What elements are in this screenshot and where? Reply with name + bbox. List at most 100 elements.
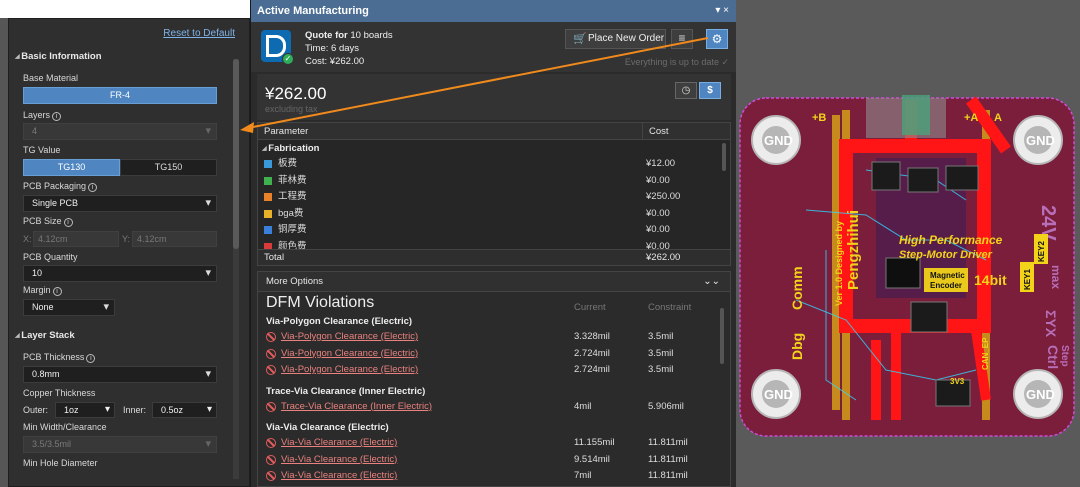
silk-max: max <box>1049 265 1063 289</box>
cost-row: bga费 ¥0.00 <box>258 206 718 222</box>
clock-icon[interactable]: ◷ <box>675 82 697 99</box>
color-swatch-icon <box>264 160 272 168</box>
cost-row-value: ¥250.00 <box>646 191 681 202</box>
cost-row-name: 工程费 <box>278 191 307 202</box>
cart-icon: 🛒 <box>573 33 587 45</box>
violation-row[interactable]: Trace-Via Clearance (Inner Electric) 4mil… <box>266 399 716 415</box>
dfm-violations-title: DFM Violations <box>266 294 375 311</box>
color-swatch-icon <box>264 193 272 201</box>
pcb-board-graphic: GND GND GND GND High Performance Step-Mo… <box>739 95 1075 437</box>
tg130-option[interactable]: TG130 <box>23 159 120 176</box>
pcb-size-label: PCB Size i <box>23 216 73 227</box>
silk-can: CAN_EP <box>981 337 990 370</box>
more-options-header[interactable]: More Options ⌄⌄ <box>258 272 730 292</box>
ban-icon <box>266 438 276 448</box>
silk-dbg: Dbg <box>789 333 805 360</box>
ban-icon <box>266 454 276 465</box>
violation-row[interactable]: Via-Polygon Clearance (Electric) 2.724mil… <box>266 346 716 362</box>
basic-information-header[interactable]: Basic Information <box>15 51 101 62</box>
violation-current: 2.724mil <box>574 347 610 359</box>
dollar-icon[interactable]: $ <box>699 82 721 99</box>
violation-constraint: 3.5mil <box>648 331 674 342</box>
pcb-packaging-label-text: PCB Packaging <box>23 181 87 191</box>
silk-magnetic-fg: Magnetic <box>930 271 965 280</box>
violation-current: 9.514mil <box>574 453 610 465</box>
base-material-button[interactable]: FR-4 <box>23 87 217 104</box>
color-swatch-icon <box>264 176 272 185</box>
cost-row-value: ¥0.00 <box>646 224 670 235</box>
outer-copper-select[interactable]: 1oz <box>55 402 115 418</box>
violation-link[interactable]: Via-Polygon Clearance (Electric) <box>281 362 418 378</box>
silk-plus-a: +A <box>964 112 978 124</box>
violation-constraint: 11.811mil <box>648 437 688 448</box>
violation-row[interactable]: Via-Polygon Clearance (Electric) 2.724mil… <box>266 362 716 378</box>
violation-constraint: 11.811mil <box>648 470 688 481</box>
silk-key2-fg: KEY2 <box>1037 241 1046 262</box>
pcb-3d-view[interactable]: GND GND GND GND High Performance Step-Mo… <box>736 0 1080 487</box>
pcb-packaging-select[interactable]: Single PCB <box>23 195 217 212</box>
status-text-label: Everything is up to date <box>624 57 719 67</box>
inner-copper-select[interactable]: 0.5oz <box>152 402 217 418</box>
silk-step: Step <box>1059 345 1070 367</box>
pcb-thickness-label: PCB Thickness i <box>23 352 96 363</box>
dfm-scrollbar[interactable] <box>720 308 724 364</box>
pcb-size-label-text: PCB Size <box>23 216 62 226</box>
violation-constraint: 5.906mil <box>648 400 684 412</box>
pcb-properties-panel: Reset to Default Basic Information Base … <box>8 18 250 487</box>
reset-to-default-link[interactable]: Reset to Default <box>163 28 235 39</box>
chevron-double-down-icon[interactable]: ⌄⌄ <box>703 272 720 292</box>
panel-window-controls[interactable]: ▾ × <box>715 5 729 16</box>
gear-icon[interactable]: ⚙ <box>706 29 728 49</box>
min-hole-label: Min Hole Diameter <box>23 458 98 468</box>
col-parameter[interactable]: Parameter <box>258 126 308 137</box>
violation-constraint: 11.811mil <box>648 453 688 465</box>
place-new-order-button[interactable]: 🛒 Place New Order <box>565 29 666 49</box>
table-scrollbar[interactable] <box>722 143 726 171</box>
silk-comm: Comm <box>789 266 805 310</box>
col-cost[interactable]: Cost <box>642 123 669 140</box>
violation-current: 7mil <box>574 470 592 481</box>
pcb-quantity-label: PCB Quantity <box>23 252 78 262</box>
violation-row[interactable]: Via-Via Clearance (Electric) 9.514mil 11.8… <box>266 452 716 468</box>
size-x-label: X: <box>23 234 32 244</box>
left-scrollbar-thumb[interactable] <box>233 59 239 249</box>
fabrication-section[interactable]: Fabrication <box>262 143 319 154</box>
layers-label: Layers i <box>23 110 62 121</box>
tg150-option[interactable]: TG150 <box>120 159 217 176</box>
layers-label-text: Layers <box>23 110 51 120</box>
violation-group-title: Via-Polygon Clearance (Electric) <box>266 316 413 327</box>
violation-link[interactable]: Via-Polygon Clearance (Electric) <box>281 329 418 345</box>
menu-icon[interactable]: ≡ <box>671 29 693 49</box>
violation-group-title: Trace-Via Clearance (Inner Electric) <box>266 385 426 397</box>
total-row: Total ¥262.00 <box>258 249 730 265</box>
cost-row-value: ¥0.00 <box>646 207 670 219</box>
size-y-input[interactable]: 4.12cm <box>132 231 217 247</box>
size-x-input[interactable]: 4.12cm <box>33 231 119 247</box>
min-width-label: Min Width/Clearance <box>23 422 107 432</box>
violation-link[interactable]: Via-Via Clearance (Electric) <box>281 435 397 451</box>
tg-value-label: TG Value <box>23 145 61 155</box>
pcb-thickness-select[interactable]: 0.8mm <box>23 366 217 383</box>
violation-constraint: 3.5mil <box>648 347 674 359</box>
ban-icon <box>266 401 276 412</box>
min-width-select[interactable]: 3.5/3.5mil <box>23 436 217 453</box>
left-scrollbar[interactable] <box>233 59 239 479</box>
violation-link[interactable]: Trace-Via Clearance (Inner Electric) <box>281 399 432 415</box>
violation-current: 4mil <box>574 400 592 412</box>
violation-row[interactable]: Via-Polygon Clearance (Electric) 3.328mil… <box>266 329 716 345</box>
quote-summary: ✓ Quote for 10 boards Time: 6 days Cost:… <box>251 22 737 72</box>
margin-select[interactable]: None <box>23 299 115 316</box>
violation-group-title: Via-Via Clearance (Electric) <box>266 422 389 433</box>
violation-row[interactable]: Via-Via Clearance (Electric) 11.155mil 11.… <box>266 435 716 451</box>
table-header: Parameter Cost <box>258 123 730 140</box>
violation-row[interactable]: Via-Via Clearance (Electric) 7mil 11.811mi… <box>266 468 716 484</box>
layer-stack-header[interactable]: Layer Stack <box>15 330 74 341</box>
layers-select[interactable]: 4 <box>23 123 217 140</box>
gnd-label-br: GND <box>1026 387 1055 402</box>
info-icon: i <box>86 354 96 363</box>
violation-link[interactable]: Via-Polygon Clearance (Electric) <box>281 346 418 362</box>
pcb-quantity-select[interactable]: 10 <box>23 265 217 282</box>
violation-link[interactable]: Via-Via Clearance (Electric) <box>281 452 397 468</box>
manufacturer-logo-icon: ✓ <box>261 30 294 65</box>
violation-link[interactable]: Via-Via Clearance (Electric) <box>281 468 397 484</box>
